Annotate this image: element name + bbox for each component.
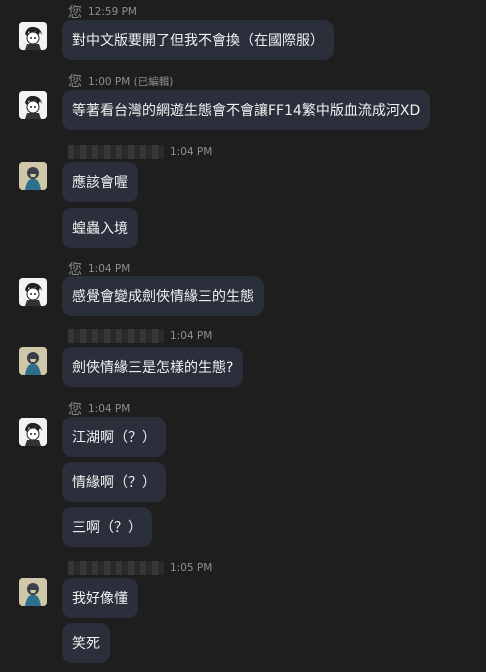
timestamp: 1:04 PM (88, 403, 131, 415)
timestamp: 12:59 PM (88, 6, 137, 18)
avatar-icon (19, 418, 47, 446)
timestamp: 1:04 PM (170, 330, 213, 342)
message-header: 您 1:00 PM (已編輯) (68, 71, 173, 91)
message-bubble[interactable]: 三啊（？） (62, 507, 152, 547)
timestamp: 1:05 PM (170, 562, 213, 574)
message-header: 1:04 PM (68, 145, 212, 159)
user-avatar[interactable] (19, 162, 47, 190)
timestamp: 1:04 PM (170, 146, 213, 158)
message-bubble[interactable]: 我好像懂 (62, 578, 138, 618)
redacted-name (68, 329, 164, 343)
message-text: 劍俠情緣三是怎樣的生態? (72, 360, 234, 376)
timestamp: 1:00 PM (已編輯) (88, 75, 174, 88)
user-avatar[interactable] (19, 91, 47, 119)
message-bubble[interactable]: 笑死 (62, 623, 110, 663)
message-bubble[interactable]: 江湖啊（？） (62, 417, 166, 457)
redacted-name (68, 561, 164, 575)
message-text: 笑死 (72, 636, 100, 652)
avatar-icon (19, 578, 47, 606)
avatar-icon (19, 91, 47, 119)
message-bubble[interactable]: 蝗蟲入境 (62, 208, 138, 248)
message-text: 江湖啊（？） (72, 430, 156, 446)
timestamp: 1:04 PM (88, 263, 131, 275)
avatar-icon (19, 278, 47, 306)
message-text: 我好像懂 (72, 591, 128, 607)
message-header: 您 1:04 PM (68, 399, 130, 419)
redacted-name (68, 145, 164, 159)
sender-name: 您 (68, 5, 82, 21)
avatar-icon (19, 22, 47, 50)
user-avatar[interactable] (19, 347, 47, 375)
sender-name: 您 (68, 74, 82, 90)
avatar-icon (19, 162, 47, 190)
message-bubble[interactable]: 應該會喔 (62, 162, 138, 202)
user-avatar[interactable] (19, 278, 47, 306)
avatar-icon (19, 347, 47, 375)
sender-name: 您 (68, 402, 82, 418)
message-bubble[interactable]: 等著看台灣的網遊生態會不會讓FF14繁中版血流成河XD (62, 90, 431, 130)
user-avatar[interactable] (19, 22, 47, 50)
message-header: 1:04 PM (68, 329, 212, 343)
message-bubble[interactable]: 情緣啊（？） (62, 462, 166, 502)
message-text: 等著看台灣的網遊生態會不會讓FF14繁中版血流成河XD (72, 103, 421, 119)
message-text: 感覺會變成劍俠情緣三的生態 (72, 289, 254, 305)
message-bubble[interactable]: 對中文版要開了但我不會換（在國際服） (62, 20, 334, 60)
message-bubble[interactable]: 感覺會變成劍俠情緣三的生態 (62, 276, 264, 316)
message-text: 應該會喔 (72, 175, 128, 191)
user-avatar[interactable] (19, 418, 47, 446)
message-text: 情緣啊（？） (72, 475, 156, 491)
message-header: 1:05 PM (68, 561, 212, 575)
message-bubble[interactable]: 劍俠情緣三是怎樣的生態? (62, 347, 244, 387)
message-text: 對中文版要開了但我不會換（在國際服） (72, 33, 324, 49)
message-text: 蝗蟲入境 (72, 221, 128, 237)
message-header: 您 12:59 PM (68, 2, 137, 22)
user-avatar[interactable] (19, 578, 47, 606)
message-text: 三啊（？） (72, 520, 142, 536)
